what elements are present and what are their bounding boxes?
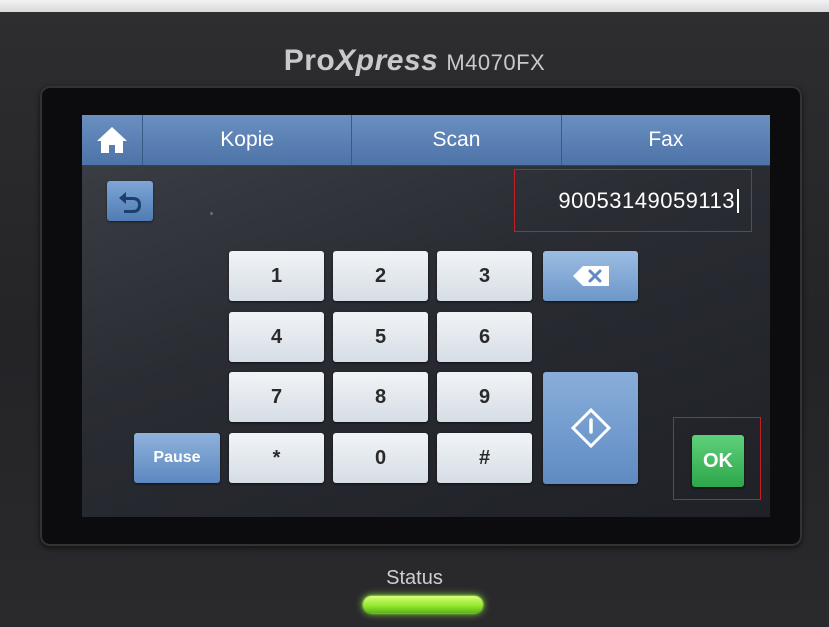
key-9[interactable]: 9	[437, 372, 532, 422]
ok-button[interactable]: OK	[692, 435, 744, 487]
tab-fax[interactable]: Fax	[562, 115, 770, 165]
key-6[interactable]: 6	[437, 312, 532, 362]
home-icon	[97, 127, 127, 153]
key-hash[interactable]: #	[437, 433, 532, 483]
key-1[interactable]: 1	[229, 251, 324, 301]
touch-screen: Kopie Scan Fax 90053149059113 1 2 3 4 5 …	[82, 115, 770, 517]
key-7[interactable]: 7	[229, 372, 324, 422]
top-navigation: Kopie Scan Fax	[82, 115, 770, 166]
key-star[interactable]: *	[229, 433, 324, 483]
pause-button[interactable]: Pause	[134, 433, 220, 483]
tab-kopie[interactable]: Kopie	[143, 115, 353, 165]
back-button[interactable]	[107, 181, 153, 221]
backspace-icon	[572, 266, 609, 286]
printer-panel: ProXpress M4070FX Kopie Scan Fax 90053149…	[0, 0, 829, 627]
screen-dot	[210, 212, 213, 215]
home-button[interactable]	[82, 115, 143, 165]
key-5[interactable]: 5	[333, 312, 428, 362]
key-3[interactable]: 3	[437, 251, 532, 301]
start-button[interactable]	[543, 372, 638, 484]
brand-logo: ProXpress M4070FX	[0, 44, 829, 78]
status-led	[363, 596, 483, 613]
fax-number-value: 90053149059113	[558, 187, 735, 213]
key-0[interactable]: 0	[333, 433, 428, 483]
brand-xpress-text: Xpress	[335, 44, 439, 77]
model-name: M4070FX	[446, 50, 546, 75]
text-caret	[737, 188, 739, 213]
fax-number-input[interactable]: 90053149059113	[514, 169, 752, 232]
backspace-button[interactable]	[543, 251, 638, 301]
brand-pro-text: Pro	[283, 44, 336, 77]
tab-scan[interactable]: Scan	[352, 115, 562, 165]
key-8[interactable]: 8	[333, 372, 428, 422]
start-icon	[570, 407, 611, 449]
back-arrow-icon	[119, 192, 141, 213]
panel-top-edge	[0, 0, 829, 12]
key-4[interactable]: 4	[229, 312, 324, 362]
key-2[interactable]: 2	[333, 251, 428, 301]
status-label: Status	[386, 567, 443, 589]
